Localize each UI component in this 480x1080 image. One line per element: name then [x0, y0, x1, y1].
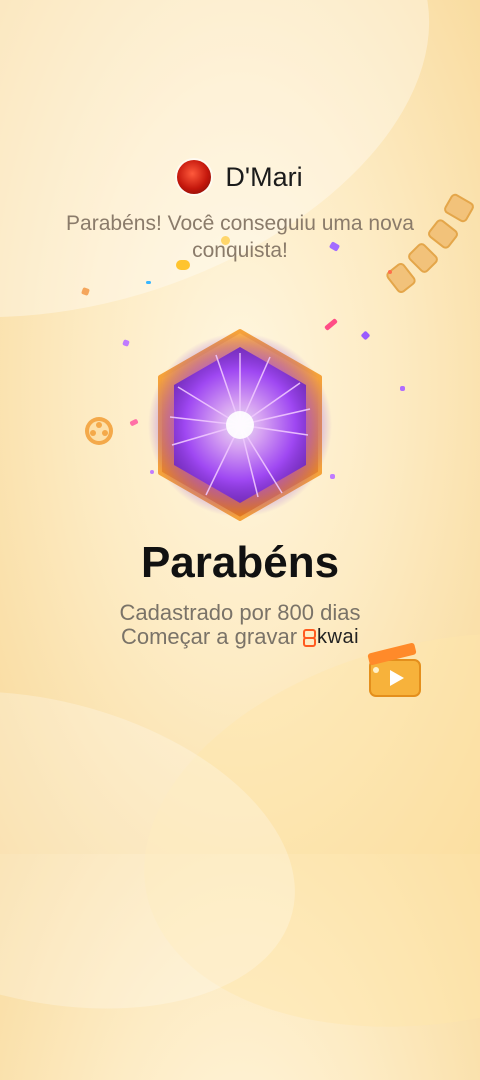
- film-reel-icon: [85, 417, 113, 445]
- confetti: [122, 339, 130, 347]
- kwai-brand-text: kwai: [317, 625, 360, 648]
- achievement-badge: [140, 325, 340, 525]
- achievement-description: Cadastrado por 800 dias: [119, 600, 361, 625]
- confetti: [388, 270, 392, 274]
- background-swirl: [0, 641, 329, 1059]
- start-recording-link[interactable]: Começar a gravar kwai: [0, 624, 480, 650]
- confetti: [360, 330, 371, 341]
- confetti: [400, 386, 405, 391]
- confetti: [81, 287, 90, 296]
- kwai-logo-icon: [301, 629, 317, 647]
- kwai-logo: kwai: [301, 626, 359, 649]
- profile-header: D'Mari: [0, 160, 480, 194]
- hexagon-badge-icon: [148, 329, 332, 521]
- confetti: [146, 281, 151, 284]
- confetti: [129, 418, 139, 427]
- achievement-title: Parabéns: [140, 538, 340, 587]
- username[interactable]: D'Mari: [225, 162, 302, 193]
- start-recording-label: Começar a gravar: [120, 624, 298, 649]
- achievement-message: Parabéns! Você conseguiu uma nova conqui…: [66, 212, 414, 262]
- avatar[interactable]: [177, 160, 212, 194]
